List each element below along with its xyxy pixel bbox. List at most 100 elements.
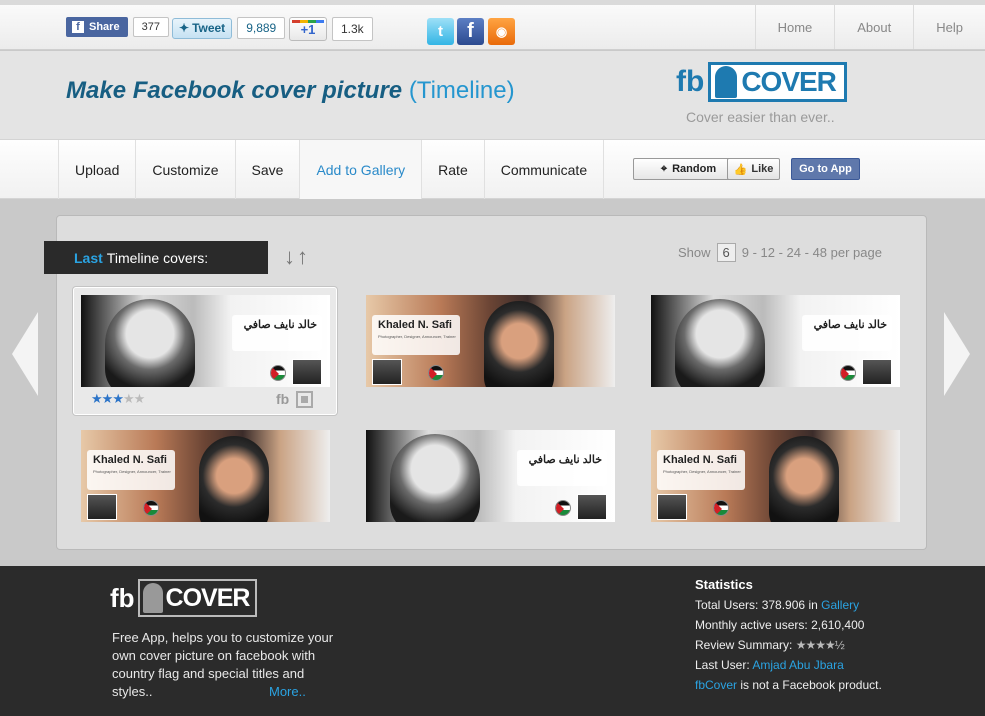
nav-communicate[interactable]: Communicate: [483, 140, 605, 199]
per-page-options[interactable]: 9 - 12 - 24 - 48 per page: [742, 245, 882, 260]
profile-thumbnail: [372, 359, 402, 385]
monthly-users-label: Monthly active users:: [695, 618, 808, 632]
fbcover-logo[interactable]: fb COVER: [676, 61, 847, 103]
cover-rating-stars[interactable]: ★★★★★: [91, 391, 146, 407]
star-filled-icon[interactable]: ★: [112, 391, 124, 406]
page-title: Make Facebook cover picture (Timeline): [66, 77, 515, 105]
sort-up-icon[interactable]: ↑: [297, 244, 310, 269]
portrait-face: [675, 299, 765, 387]
cover-thumbnail[interactable]: Khaled N. Safi Photographer, Designer, An…: [366, 295, 615, 387]
review-summary-row: Review Summary: ★★★★½: [695, 635, 882, 655]
nav-upload[interactable]: Upload: [58, 140, 135, 199]
cover-thumbnail[interactable]: خالد نايف صافي: [81, 295, 330, 387]
disclaimer-text: is not a Facebook product.: [740, 678, 882, 692]
facebook-share-count: 377: [132, 17, 169, 37]
thumbs-up-icon: 👍: [733, 163, 748, 176]
tweet-label: Tweet: [192, 21, 226, 35]
sort-arrows: ↓↑: [284, 244, 310, 270]
review-summary-label: Review Summary:: [695, 638, 793, 652]
like-button[interactable]: 👍 Like: [727, 158, 780, 180]
cover-thumbnail[interactable]: خالد نايف صافي: [366, 430, 615, 522]
star-filled-icon[interactable]: ★: [91, 391, 103, 406]
facebook-share-widget: f Share 377: [66, 17, 169, 37]
footer-logo-box: COVER: [137, 579, 258, 617]
nav-help-link[interactable]: Help: [913, 5, 985, 49]
star-empty-icon[interactable]: ★: [123, 391, 135, 406]
rss-icon[interactable]: ◉: [488, 18, 515, 45]
star-empty-icon[interactable]: ★: [134, 391, 146, 406]
per-page-selected[interactable]: 6: [716, 243, 736, 262]
total-users-in: in: [808, 598, 818, 612]
facebook-share-label: Share: [89, 21, 120, 33]
palestine-flag-icon: [555, 500, 571, 516]
show-label: Show: [678, 245, 711, 260]
footer: fb COVER Free App, helps you to customiz…: [0, 566, 985, 716]
footer-logo-cover: COVER: [165, 583, 251, 612]
nav-home-link[interactable]: Home: [754, 5, 835, 49]
cover-name: خالد نايف صافي: [813, 319, 887, 331]
profile-thumbnail: [577, 494, 607, 520]
nav-rate[interactable]: Rate: [421, 140, 484, 199]
cover-name: Khaled N. Safi: [663, 454, 737, 466]
go-to-app-button[interactable]: Go to App: [791, 158, 860, 180]
per-page-selector: Show 6 9 - 12 - 24 - 48 per page: [678, 243, 882, 262]
photographer-figure: [769, 436, 839, 522]
star-filled-icon[interactable]: ★: [102, 391, 114, 406]
top-bar: f Share 377 ✦ Tweet 9,889 +1 1.3k t f ◉ …: [0, 0, 985, 50]
previous-arrow-icon[interactable]: [12, 312, 38, 396]
view-icon[interactable]: [296, 391, 314, 408]
gallery-heading-rest: Timeline covers:: [106, 249, 209, 266]
cover-name-tag: Khaled N. Safi Photographer, Designer, An…: [657, 450, 745, 490]
monthly-users-value: 2,610,400: [811, 618, 865, 632]
profile-thumbnail: [87, 494, 117, 520]
cover-name: Khaled N. Safi: [378, 319, 452, 331]
google-plus-count: 1.3k: [332, 17, 373, 41]
nav-save[interactable]: Save: [234, 140, 300, 199]
statistics: Statistics Total Users: 378.906 in Galle…: [695, 575, 882, 695]
gallery-heading-bold: Last: [74, 249, 103, 266]
review-stars: ★★★★½: [795, 638, 845, 652]
facebook-share-button[interactable]: f Share: [66, 17, 128, 37]
like-label: Like: [751, 163, 774, 175]
twitter-icon[interactable]: t: [427, 18, 454, 45]
nav-add-to-gallery[interactable]: Add to Gallery: [299, 140, 422, 199]
twitter-bird-icon: ✦: [179, 21, 190, 35]
profile-thumbnail: [292, 359, 322, 385]
gallery-heading: Last Timeline covers:: [44, 241, 268, 274]
profile-thumbnail: [862, 359, 892, 385]
profile-silhouette-icon: [142, 583, 163, 613]
palestine-flag-icon: [713, 500, 729, 516]
footer-logo: fb COVER: [110, 579, 258, 617]
next-arrow-icon[interactable]: [944, 312, 970, 396]
tweet-count: 9,889: [237, 17, 286, 39]
statistics-heading: Statistics: [695, 577, 753, 592]
facebook-icon: f: [72, 21, 84, 33]
facebook-icon[interactable]: f: [457, 18, 484, 45]
cover-thumbnail[interactable]: خالد نايف صافي: [651, 295, 900, 387]
google-plus-one-button[interactable]: +1: [289, 17, 327, 41]
portrait-face: [105, 299, 195, 387]
palestine-flag-icon: [840, 365, 856, 381]
gallery-link[interactable]: Gallery: [821, 598, 859, 612]
tweet-button[interactable]: ✦ Tweet: [172, 17, 233, 39]
last-user-link[interactable]: Amjad Abu Jbara: [752, 658, 843, 672]
logo-fb-text: fb: [676, 65, 705, 98]
tagline: Cover easier than ever..: [686, 109, 835, 125]
more-link[interactable]: More..: [269, 683, 306, 701]
nav-customize[interactable]: Customize: [135, 140, 234, 199]
footer-logo-fb: fb: [110, 582, 135, 613]
facebook-fb-icon[interactable]: fb: [276, 391, 289, 408]
nav-about-link[interactable]: About: [834, 5, 913, 49]
last-user-row: Last User: Amjad Abu Jbara: [695, 655, 882, 675]
cover-thumbnail[interactable]: Khaled N. Safi Photographer, Designer, An…: [651, 430, 900, 522]
sort-down-icon[interactable]: ↓: [284, 244, 297, 269]
tweet-widget: ✦ Tweet 9,889: [172, 17, 286, 39]
cover-thumbnail[interactable]: Khaled N. Safi Photographer, Designer, An…: [81, 430, 330, 522]
cover-name-tag: Khaled N. Safi Photographer, Designer, An…: [372, 315, 460, 355]
page-title-main: Make Facebook cover picture: [66, 77, 403, 104]
cover-name: خالد نايف صافي: [243, 319, 317, 331]
fbcover-link[interactable]: fbCover: [695, 678, 737, 692]
cover-name-tag: خالد نايف صافي: [802, 315, 892, 351]
logo-cover-text: COVER: [741, 66, 837, 97]
monthly-users-row: Monthly active users: 2,610,400: [695, 615, 882, 635]
